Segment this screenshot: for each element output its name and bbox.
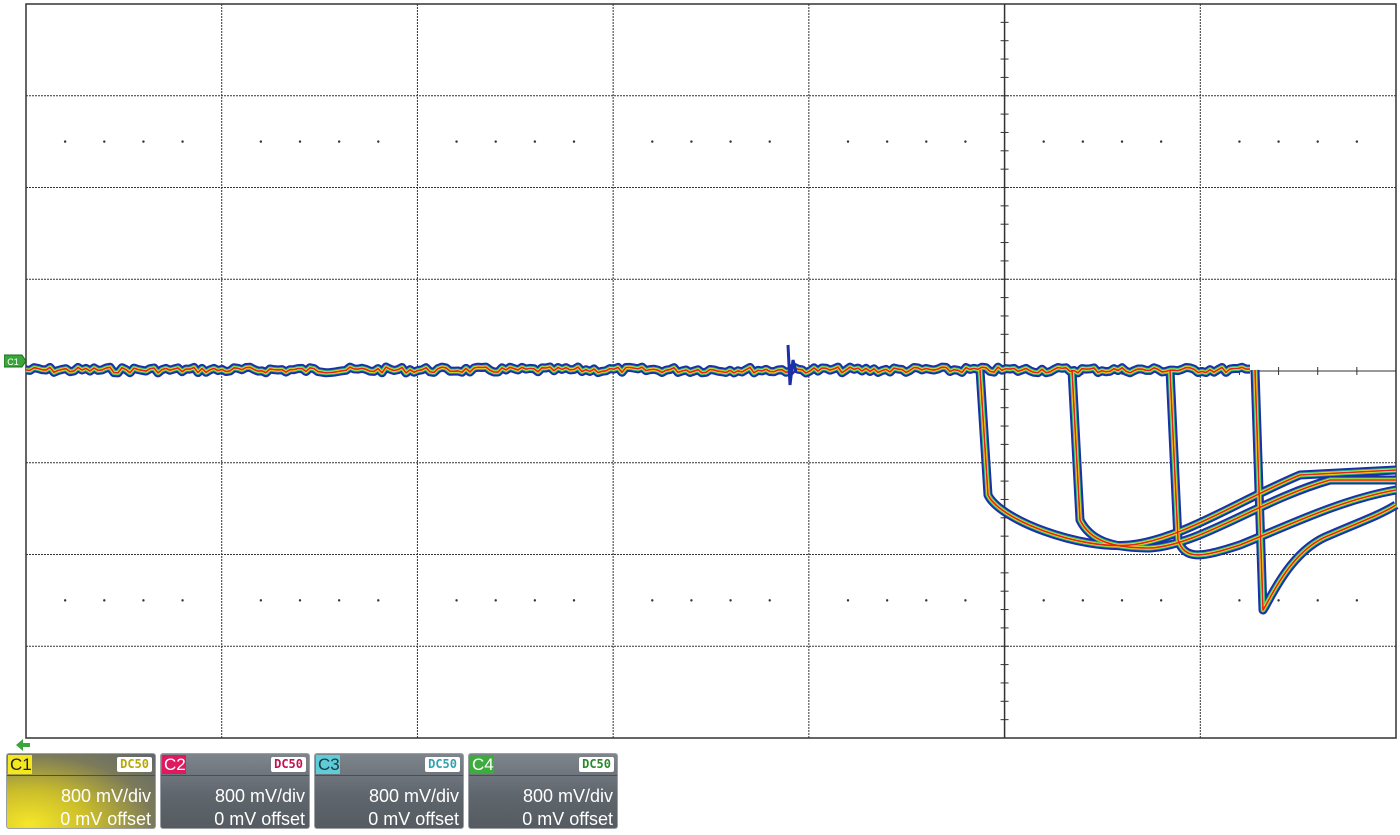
channel-4-coupling: DC50 — [579, 757, 614, 772]
graticule-minor-dot — [729, 599, 732, 602]
graticule-minor-dot — [925, 140, 928, 143]
channel-3-id: C3 — [316, 755, 340, 774]
trace-falling-edge-0-layer-2 — [978, 369, 1397, 548]
channel-2-coupling: DC50 — [271, 757, 306, 772]
channel-3-offset: 0 mV offset — [368, 809, 459, 829]
graticule-minor-dot — [259, 140, 263, 143]
graticule-minor-dot — [337, 140, 341, 143]
graticule-minor-dot — [298, 140, 302, 143]
graticule-minor-dot — [1120, 140, 1124, 143]
channel-1-offset: 0 mV offset — [60, 809, 151, 829]
trace-ground-marker[interactable]: C1 — [3, 354, 27, 368]
graticule-minor-dot — [533, 599, 537, 602]
channel-2-descriptor[interactable]: C2 DC50 800 mV/div 0 mV offset — [160, 753, 310, 829]
graticule-minor-dot — [768, 599, 771, 602]
graticule-minor-dot — [651, 140, 654, 143]
graticule-minor-dot — [925, 599, 928, 602]
trace-falling-edge-0-layer-1 — [977, 369, 1397, 549]
graticule-minor-dot — [63, 599, 67, 602]
graticule-minor-dot — [572, 140, 576, 143]
channel-1-descriptor[interactable]: C1 DC50 800 mV/div 0 mV offset — [6, 753, 156, 829]
trigger-position-arrow[interactable] — [16, 738, 30, 751]
graticule-minor-dot — [1238, 599, 1241, 602]
trace-ground-marker-label: C1 — [7, 357, 19, 367]
graticule-minor-dot — [103, 140, 106, 143]
channel-3-divider — [315, 775, 463, 776]
channel-2-id: C2 — [162, 755, 186, 774]
graticule-minor-dot — [690, 140, 693, 143]
graticule-minor-dot — [259, 599, 263, 602]
graticule-minor-dot — [181, 599, 184, 602]
waveform-display: C1 — [0, 0, 1400, 751]
channel-3-descriptor[interactable]: C3 DC50 800 mV/div 0 mV offset — [314, 753, 464, 829]
graticule-minor-dot — [1159, 599, 1163, 602]
graticule-minor-dot — [142, 599, 145, 602]
graticule-minor-dot — [337, 599, 341, 602]
graticule-minor-dot — [377, 140, 380, 143]
graticule-minor-dot — [298, 599, 302, 602]
channel-2-divider — [161, 775, 309, 776]
graticule-minor-dot — [455, 140, 458, 143]
channel-4-divider — [469, 775, 617, 776]
graticule-minor-dot — [103, 599, 106, 602]
graticule-minor-dot — [455, 599, 458, 602]
graticule-minor-dot — [494, 599, 497, 602]
graticule-minor-dot — [1120, 599, 1124, 602]
trace-glitch — [786, 344, 798, 386]
channel-4-offset: 0 mV offset — [522, 809, 613, 829]
graticule-minor-dot — [181, 140, 184, 143]
channel-2-offset: 0 mV offset — [214, 809, 305, 829]
trace-falling-edge-1-layer-2 — [1070, 369, 1396, 550]
channel-3-scale: 800 mV/div — [368, 786, 459, 806]
graticule-minor-dot — [1238, 140, 1241, 143]
graticule-minor-dot — [768, 140, 771, 143]
graticule-minor-dot — [1042, 140, 1045, 143]
channel-1-divider — [7, 775, 155, 776]
graticule-minor-dot — [1316, 140, 1319, 143]
trace-falling-edge-0-layer-0 — [975, 369, 1397, 551]
graticule-minor-dot — [690, 599, 693, 602]
graticule-minor-dot — [1355, 599, 1359, 602]
channel-1-id: C1 — [8, 755, 32, 774]
graticule-minor-dot — [572, 599, 576, 602]
graticule-minor-dot — [1277, 140, 1280, 143]
channel-4-scale: 800 mV/div — [522, 786, 613, 806]
channel-4-descriptor[interactable]: C4 DC50 800 mV/div 0 mV offset — [468, 753, 618, 829]
channel-descriptor-panel: C1 DC50 800 mV/div 0 mV offset C2 DC50 8… — [6, 753, 618, 831]
graticule-minor-dot — [729, 140, 732, 143]
graticule-minor-dot — [885, 599, 889, 602]
graticule-minor-dot — [846, 140, 850, 143]
graticule-minor-dot — [885, 140, 889, 143]
waveform-svg — [25, 3, 1399, 739]
channel-4-id: C4 — [470, 755, 494, 774]
graticule-minor-dot — [846, 599, 850, 602]
graticule-minor-dot — [63, 140, 67, 143]
graticule-minor-dot — [494, 140, 497, 143]
graticule-minor-dot — [377, 599, 380, 602]
channel-2-scale: 800 mV/div — [214, 786, 305, 806]
graticule-minor-dot — [1316, 599, 1319, 602]
graticule-minor-dot — [1277, 599, 1280, 602]
graticule-minor-dot — [142, 140, 145, 143]
waveform-traces — [25, 344, 1399, 615]
channel-1-coupling: DC50 — [117, 757, 152, 772]
graticule-minor-dot — [1042, 599, 1045, 602]
graticule-minor-dot — [651, 599, 654, 602]
graticule-minor-dot — [533, 140, 537, 143]
channel-1-scale: 800 mV/div — [60, 786, 151, 806]
graticule-minor-dot — [964, 599, 967, 602]
graticule-minor-dot — [1081, 140, 1085, 143]
graticule-minor-dot — [964, 140, 967, 143]
graticule-minor-dot — [1159, 140, 1163, 143]
graticule-minor-dot — [1081, 599, 1085, 602]
trace-falling-edge-0-layer-3 — [979, 369, 1397, 547]
channel-3-coupling: DC50 — [425, 757, 460, 772]
graticule-minor-dot — [1355, 140, 1359, 143]
